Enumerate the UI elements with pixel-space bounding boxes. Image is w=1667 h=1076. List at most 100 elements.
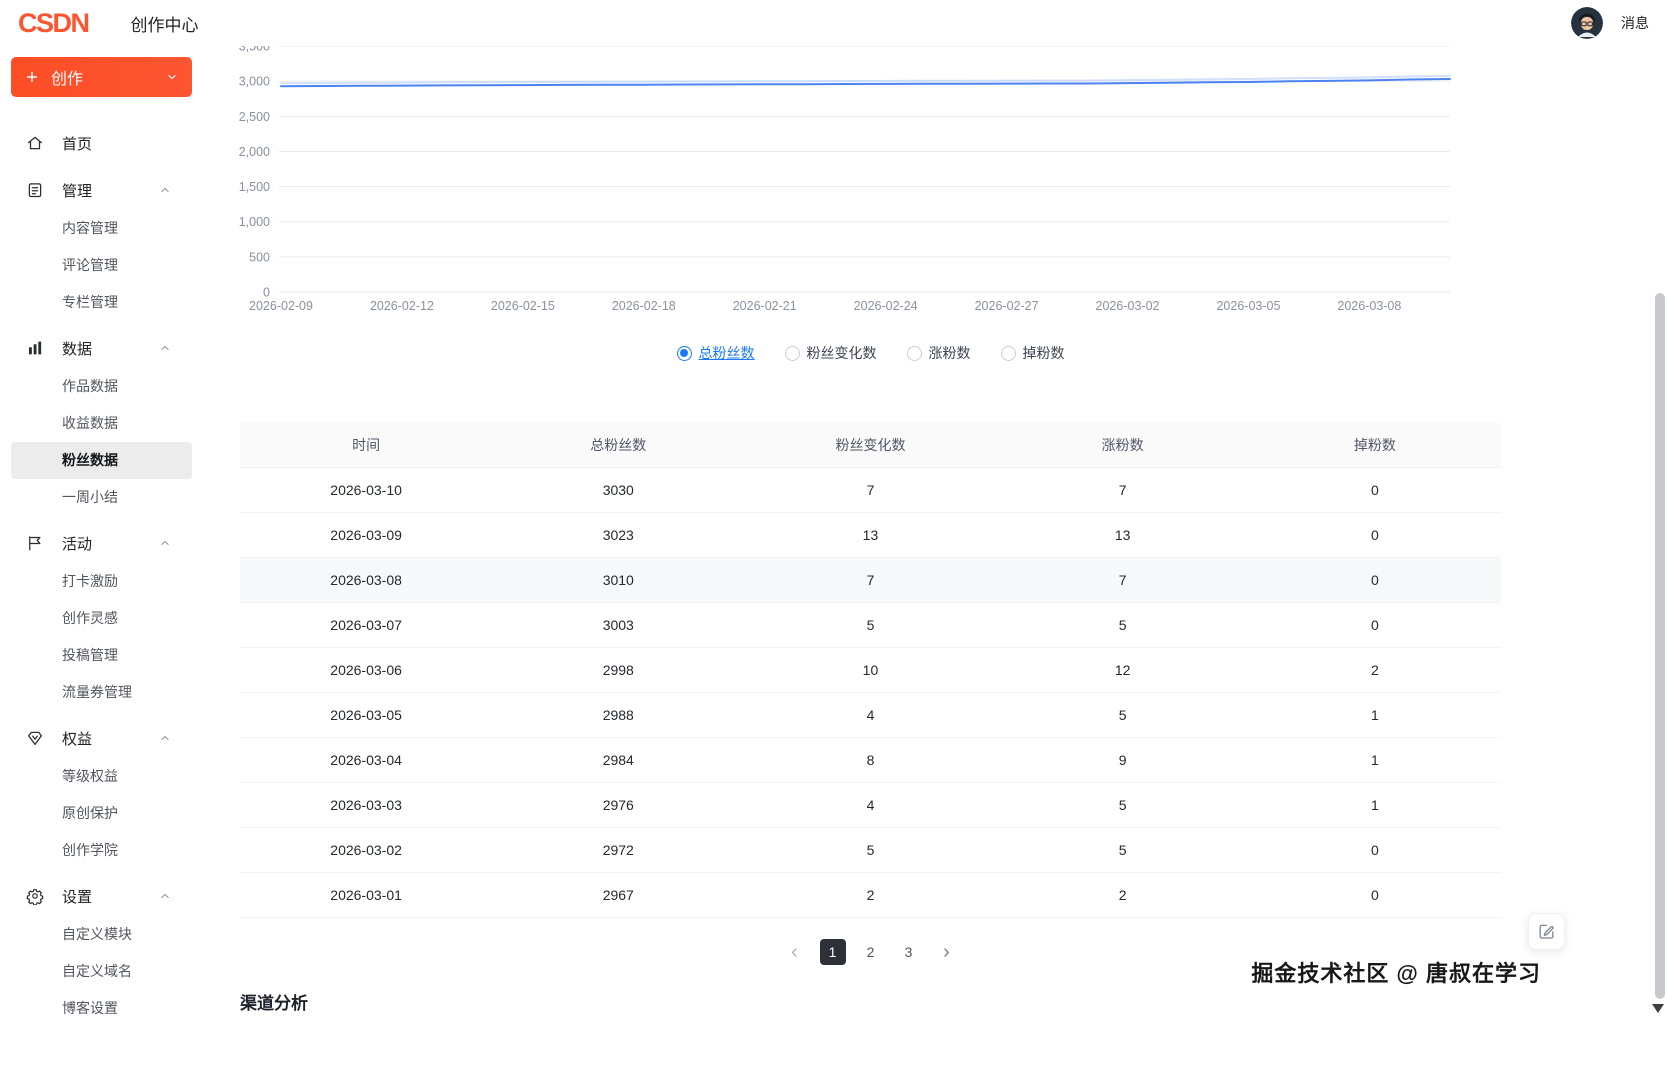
sidebar-item-一周小结[interactable]: 一周小结	[11, 479, 192, 516]
sidebar-item-博客设置[interactable]: 博客设置	[11, 990, 192, 1027]
sidebar-section-设置[interactable]: 设置	[0, 876, 213, 916]
table-cell: 7	[997, 467, 1249, 512]
table-cell: 2026-03-08	[240, 557, 492, 602]
table-row[interactable]: 2026-03-103030770	[240, 467, 1501, 512]
quick-write-button[interactable]	[1528, 913, 1565, 950]
vertical-scrollbar[interactable]	[1653, 46, 1667, 1076]
pagination-next[interactable]: ›	[934, 939, 960, 965]
table-cell: 2976	[492, 782, 744, 827]
metric-radio-涨粉数[interactable]: 涨粉数	[907, 343, 971, 363]
svg-text:2,500: 2,500	[239, 110, 270, 124]
table-cell: 2967	[492, 872, 744, 917]
sidebar-sections: 管理内容管理评论管理专栏管理数据作品数据收益数据粉丝数据一周小结活动打卡激励创作…	[0, 170, 213, 1027]
table-cell: 2026-03-10	[240, 467, 492, 512]
chevron-up-icon	[158, 889, 172, 903]
sidebar-item-粉丝数据[interactable]: 粉丝数据	[11, 442, 192, 479]
svg-text:2026-02-15: 2026-02-15	[491, 299, 555, 313]
svg-text:1,500: 1,500	[239, 180, 270, 194]
table-cell: 1	[1249, 737, 1501, 782]
metric-radio-label: 涨粉数	[929, 343, 971, 363]
chevron-down-icon	[165, 70, 179, 84]
pagination-page-1[interactable]: 1	[820, 939, 846, 965]
metric-radio-粉丝变化数[interactable]: 粉丝变化数	[785, 343, 877, 363]
metric-radio-掉粉数[interactable]: 掉粉数	[1001, 343, 1065, 363]
create-button[interactable]: 创作	[11, 57, 192, 97]
table-cell: 0	[1249, 512, 1501, 557]
sidebar-item-内容管理[interactable]: 内容管理	[11, 210, 192, 247]
fans-trend-chart[interactable]: 05001,0001,5002,0002,5003,0003,5002026-0…	[0, 0, 1667, 330]
bar-chart-icon	[26, 339, 44, 357]
sidebar-item-投稿管理[interactable]: 投稿管理	[11, 637, 192, 674]
sidebar-item-label: 首页	[62, 133, 92, 154]
table-cell: 2026-03-01	[240, 872, 492, 917]
table-row[interactable]: 2026-03-022972550	[240, 827, 1501, 872]
sidebar-item-作品数据[interactable]: 作品数据	[11, 368, 192, 405]
table-row[interactable]: 2026-03-083010770	[240, 557, 1501, 602]
table-row[interactable]: 2026-03-052988451	[240, 692, 1501, 737]
sidebar-item-home[interactable]: 首页	[0, 123, 213, 163]
chevron-up-icon	[158, 536, 172, 550]
csdn-logo[interactable]: CSDN	[18, 8, 89, 39]
sidebar-item-自定义模块[interactable]: 自定义模块	[11, 916, 192, 953]
table-row[interactable]: 2026-03-032976451	[240, 782, 1501, 827]
chevron-up-icon	[158, 341, 172, 355]
top-header: CSDN 创作中心 消息	[0, 0, 1667, 46]
messages-link[interactable]: 消息	[1621, 13, 1649, 33]
table-cell: 13	[744, 512, 996, 557]
column-header-掉粉数: 掉粉数	[1249, 423, 1501, 467]
table-cell: 13	[997, 512, 1249, 557]
table-cell: 0	[1249, 602, 1501, 647]
table-cell: 0	[1249, 872, 1501, 917]
channel-analysis-title: 渠道分析	[240, 989, 308, 1014]
pagination-prev[interactable]: ‹	[782, 939, 808, 965]
sidebar-item-创作学院[interactable]: 创作学院	[11, 832, 192, 869]
table-cell: 3003	[492, 602, 744, 647]
sidebar-item-专栏管理[interactable]: 专栏管理	[11, 284, 192, 321]
sidebar-item-流量券管理[interactable]: 流量券管理	[11, 674, 192, 711]
sidebar-item-创作灵感[interactable]: 创作灵感	[11, 600, 192, 637]
sidebar-section-label: 权益	[62, 728, 92, 749]
pagination-page-2[interactable]: 2	[858, 939, 884, 965]
table-row[interactable]: 2026-03-012967220	[240, 872, 1501, 917]
sidebar-item-评论管理[interactable]: 评论管理	[11, 247, 192, 284]
table-row[interactable]: 2026-03-042984891	[240, 737, 1501, 782]
table-cell: 2972	[492, 827, 744, 872]
table-cell: 12	[997, 647, 1249, 692]
sidebar: 创作 首页 管理内容管理评论管理专栏管理数据作品数据收益数据粉丝数据一周小结活动…	[0, 46, 213, 1076]
table-row[interactable]: 2026-03-073003550	[240, 602, 1501, 647]
column-header-粉丝变化数: 粉丝变化数	[744, 423, 996, 467]
sidebar-item-收益数据[interactable]: 收益数据	[11, 405, 192, 442]
svg-text:2026-03-08: 2026-03-08	[1337, 299, 1401, 313]
table-row[interactable]: 2026-03-09302313130	[240, 512, 1501, 557]
sidebar-item-等级权益[interactable]: 等级权益	[11, 758, 192, 795]
table-row[interactable]: 2026-03-06299810122	[240, 647, 1501, 692]
gear-icon	[26, 887, 44, 905]
badge-icon	[26, 729, 44, 747]
sidebar-section-活动[interactable]: 活动	[0, 523, 213, 563]
sidebar-item-原创保护[interactable]: 原创保护	[11, 795, 192, 832]
user-avatar[interactable]	[1571, 7, 1603, 39]
edit-icon	[1537, 922, 1556, 941]
table-cell: 0	[1249, 467, 1501, 512]
table-cell: 7	[744, 557, 996, 602]
table-cell: 2026-03-09	[240, 512, 492, 557]
scroll-down-arrow-icon[interactable]	[1652, 1004, 1664, 1013]
sidebar-section-数据[interactable]: 数据	[0, 328, 213, 368]
table-cell: 2026-03-07	[240, 602, 492, 647]
svg-text:2026-02-09: 2026-02-09	[249, 299, 313, 313]
sidebar-section-权益[interactable]: 权益	[0, 718, 213, 758]
metric-radio-label: 粉丝变化数	[807, 343, 877, 363]
metric-radio-总粉丝数[interactable]: 总粉丝数	[677, 343, 755, 363]
sidebar-item-打卡激励[interactable]: 打卡激励	[11, 563, 192, 600]
scrollbar-thumb[interactable]	[1655, 293, 1665, 999]
sidebar-item-自定义域名[interactable]: 自定义域名	[11, 953, 192, 990]
table-cell: 7	[997, 557, 1249, 602]
svg-text:500: 500	[249, 250, 270, 264]
sidebar-section-管理[interactable]: 管理	[0, 170, 213, 210]
svg-text:2,000: 2,000	[239, 145, 270, 159]
chevron-up-icon	[158, 731, 172, 745]
pagination-page-3[interactable]: 3	[896, 939, 922, 965]
svg-text:0: 0	[263, 286, 270, 300]
table-cell: 7	[744, 467, 996, 512]
sidebar-section-label: 管理	[62, 180, 92, 201]
